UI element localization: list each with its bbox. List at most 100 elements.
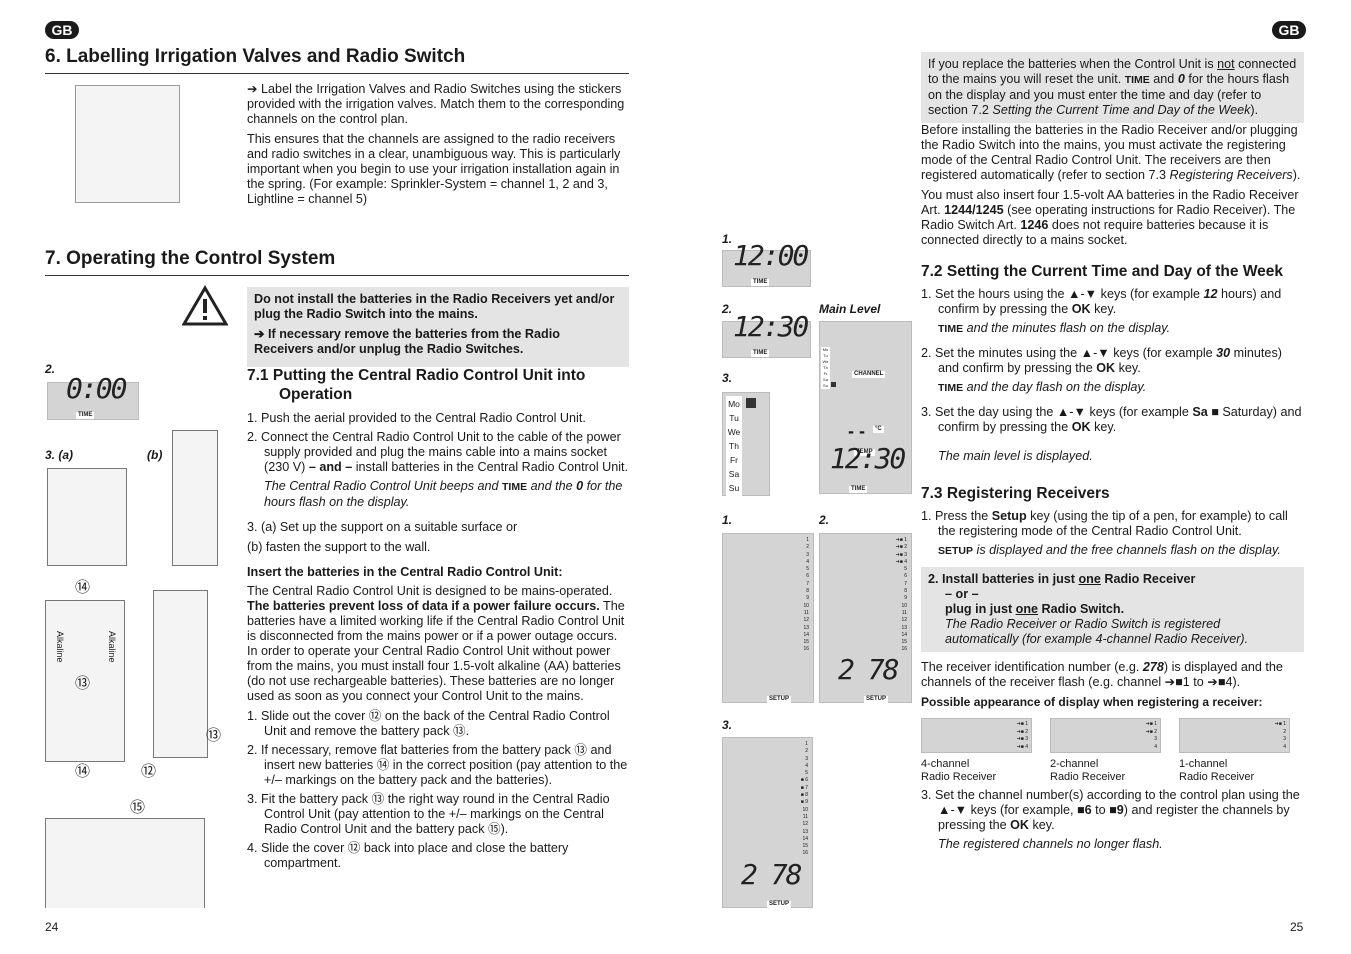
channel-number: 13 bbox=[802, 828, 808, 835]
text-segment: 0 bbox=[1177, 72, 1185, 86]
channel-number: 1 bbox=[805, 741, 808, 747]
text-segment: TIME bbox=[938, 382, 964, 394]
day-label: We bbox=[727, 427, 741, 437]
valve-box-illustration bbox=[75, 85, 180, 203]
paragraph: 3. Fit the battery pack ⑬ the right way … bbox=[247, 792, 629, 837]
lcd-digits: 12:30 bbox=[830, 442, 906, 475]
channel-number: ➔■ 1 bbox=[1016, 721, 1028, 727]
text-segment: Registering Receivers bbox=[1169, 168, 1293, 182]
day-label: Su bbox=[823, 383, 828, 388]
text-segment: 3. Fit the battery pack ⑬ the right way … bbox=[247, 792, 610, 836]
lcd-main-level: Mo Tu We Th Fr Sa Su CHANNEL - - °C TEMP 12:30… bbox=[819, 321, 912, 494]
channel-number: 4 bbox=[806, 558, 809, 565]
channel-number: 5 bbox=[806, 566, 809, 573]
day-label: Fr bbox=[729, 455, 739, 465]
channel-number: 15 bbox=[901, 639, 907, 646]
text-segment: plug in just bbox=[945, 602, 1016, 616]
setup-tag: SETUP bbox=[767, 696, 792, 703]
channel-number: 1 bbox=[806, 537, 809, 543]
channel-number: 7 bbox=[806, 580, 809, 587]
channel-number: 12 bbox=[901, 617, 907, 624]
day-indicator bbox=[746, 398, 756, 408]
lcd-display-day: Mo Tu We Th Fr Sa Su bbox=[722, 392, 770, 496]
channel-number: ➔■ 4 bbox=[895, 558, 907, 565]
day-label: Tu bbox=[729, 413, 739, 423]
text-segment: The main level is displayed. bbox=[938, 449, 1093, 463]
text-segment: ■9 bbox=[1109, 803, 1124, 817]
lcd-display: 0:00 TIME bbox=[47, 375, 139, 420]
channel-number: 5 bbox=[805, 770, 808, 777]
text-segment: OK bbox=[1071, 420, 1091, 434]
text-segment: (b) fasten the support to the wall. bbox=[247, 540, 431, 554]
channel-number: 13 bbox=[803, 624, 809, 631]
channel-number: 3 bbox=[1283, 736, 1286, 742]
right-intro: Before installing the batteries in the R… bbox=[921, 123, 1304, 852]
text-segment: install batteries in the Central Radio C… bbox=[352, 460, 629, 474]
receiver-label: 2-channel Radio Receiver bbox=[1050, 758, 1126, 783]
control-unit-wall-illustration bbox=[172, 430, 218, 566]
channel-number: ■ 8 bbox=[800, 792, 808, 799]
text-segment: 1. Press the bbox=[921, 509, 992, 523]
text-segment: key. bbox=[1029, 818, 1055, 832]
paragraph: ➔ If necessary remove the batteries from… bbox=[254, 327, 622, 357]
channel-number: 12 bbox=[802, 821, 808, 828]
text-segment: key. bbox=[1090, 420, 1117, 434]
channel-number: 3 bbox=[805, 755, 808, 762]
setup-tag: SETUP bbox=[767, 901, 792, 908]
callout-13: ⑬ bbox=[75, 675, 91, 692]
language-badge: GB bbox=[45, 21, 79, 39]
channel-number: 14 bbox=[901, 631, 907, 638]
paragraph: 3. (a) Set up the support on a suitable … bbox=[247, 520, 629, 535]
channel-number: 9 bbox=[904, 595, 907, 602]
text-segment: 1. Slide out the cover ⑫ on the back of … bbox=[247, 709, 610, 738]
text-segment: OK bbox=[1010, 818, 1029, 832]
control-unit-stand-illustration bbox=[47, 468, 127, 566]
channel-number: 11 bbox=[803, 609, 809, 616]
battery-label: Alkaline bbox=[55, 631, 65, 663]
paragraph: This ensures that the channels are assig… bbox=[247, 132, 629, 207]
lcd-time-tag: TIME bbox=[849, 486, 868, 493]
channel-number: 4 bbox=[1283, 743, 1286, 750]
text-segment: The batteries have a limited working lif… bbox=[247, 599, 625, 703]
receiver-example: ➔■ 1 2 3 4 1-channel Radio Receiver bbox=[1179, 718, 1290, 788]
setup-tag: SETUP bbox=[864, 696, 889, 703]
text-segment: Setting the Current Time and Day of the … bbox=[992, 103, 1251, 117]
box-step-2: 2. Install batteries in just one Radio R… bbox=[928, 572, 1297, 587]
text-segment: Radio Switch. bbox=[1038, 602, 1125, 616]
language-badge: GB bbox=[1272, 21, 1306, 39]
channel-number: ➔■ 4 bbox=[1016, 743, 1028, 750]
receiver-id-digits: 2 78 bbox=[741, 858, 802, 891]
channel-number: 15 bbox=[803, 639, 809, 646]
lcd-setup-1: 1 2 3 4 5 6 7 8 9 10 11 12 13 14 15 16 SETUP bbox=[722, 533, 814, 703]
callout-13: ⑬ bbox=[206, 727, 222, 744]
step-1: 1. Press the Setup key (using the tip of… bbox=[921, 509, 1304, 539]
text-segment: and bbox=[1149, 72, 1178, 86]
channel-number: 3 bbox=[1154, 736, 1157, 742]
text-segment: ■6 bbox=[1077, 803, 1092, 817]
text-segment: ➔ Label the Irrigation Valves and Radio … bbox=[247, 82, 625, 126]
intro-paragraph: Before installing the batteries in the R… bbox=[921, 123, 1304, 183]
time-step: TIME and the day flash on the display. bbox=[921, 380, 1304, 396]
text-segment: The Central Radio Control Unit beeps and bbox=[264, 479, 503, 493]
channel-number: 16 bbox=[803, 646, 809, 653]
text-segment: TIME bbox=[1124, 74, 1150, 86]
text-segment: and the minutes flash on the display. bbox=[963, 321, 1171, 335]
channel-number: 15 bbox=[802, 843, 808, 850]
divider bbox=[45, 73, 629, 74]
figure-label: 1. bbox=[722, 232, 733, 246]
step-note: The Central Radio Control Unit beeps and… bbox=[247, 479, 629, 510]
channel-number: ➔■ 1 bbox=[1145, 721, 1157, 727]
text-segment: 12 bbox=[1203, 287, 1218, 301]
text-segment: SETUP bbox=[938, 545, 974, 557]
celsius-tag: °C bbox=[873, 426, 884, 433]
text-segment: key. bbox=[1090, 302, 1117, 316]
text-segment: 30 bbox=[1216, 346, 1231, 360]
text-segment: one bbox=[1078, 572, 1101, 586]
lcd-digits: 12:30 bbox=[733, 310, 809, 343]
time-step: 3. Set the day using the ▲-▼ keys (for e… bbox=[921, 405, 1304, 435]
text-segment: OK bbox=[1071, 302, 1091, 316]
text-segment: one bbox=[1015, 602, 1039, 616]
day-label: Th bbox=[729, 441, 739, 451]
box-step-2b: plug in just one Radio Switch. bbox=[928, 602, 1297, 617]
temp-dashes: - - bbox=[848, 421, 865, 441]
